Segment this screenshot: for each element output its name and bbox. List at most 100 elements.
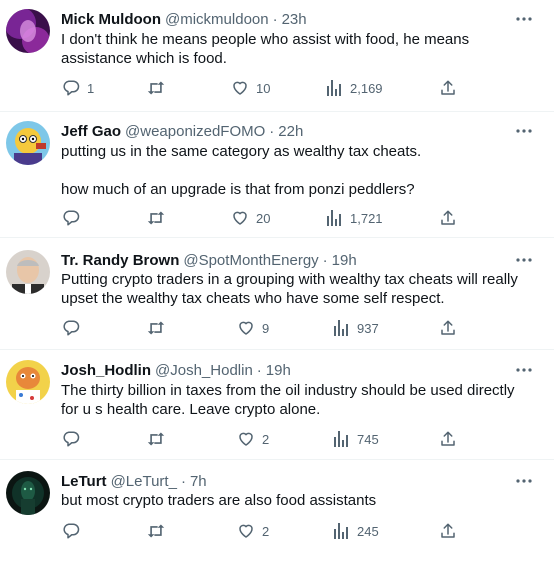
separator-dot: · (272, 10, 278, 28)
bar-chart-icon (324, 208, 344, 228)
retweet-button[interactable] (146, 521, 172, 541)
share-upload-icon (438, 318, 458, 338)
separator-dot: · (322, 251, 328, 269)
view-count: 745 (357, 431, 379, 447)
like-button[interactable]: 20 (230, 208, 270, 228)
reply-bubble-icon (61, 78, 81, 98)
more-dots-icon[interactable] (516, 473, 532, 489)
share-button[interactable] (438, 521, 458, 541)
tweet-header: Mick Muldoon @mickmuldoon · 23h (61, 9, 307, 29)
retweet-button[interactable] (146, 318, 172, 338)
timestamp[interactable]: 7h (190, 473, 207, 490)
tweet-text: The thirty billion in taxes from the oil… (61, 382, 515, 418)
retweet-button[interactable] (146, 78, 172, 98)
like-button[interactable]: 2 (236, 521, 269, 541)
reply-button[interactable] (61, 318, 87, 338)
timestamp[interactable]: 19h (266, 362, 291, 379)
tweet-text: Putting crypto traders in a grouping wit… (61, 271, 518, 307)
heart-icon (236, 521, 256, 541)
reply-button[interactable] (61, 521, 87, 541)
reply-button[interactable] (61, 429, 87, 449)
separator-dot: · (180, 472, 186, 490)
like-count: 20 (256, 210, 271, 226)
retweet-icon (146, 208, 166, 228)
bar-chart-icon (331, 521, 351, 541)
tweet-text: but most crypto traders are also food as… (61, 492, 377, 509)
avatar[interactable] (6, 471, 50, 515)
display-name[interactable]: Tr. Randy Brown (61, 252, 179, 269)
share-upload-icon (438, 521, 458, 541)
view-count: 937 (357, 320, 379, 336)
retweet-button[interactable] (146, 429, 172, 449)
display-name[interactable]: LeTurt (61, 473, 107, 490)
retweet-icon (146, 318, 166, 338)
retweet-icon (146, 429, 166, 449)
avatar[interactable] (6, 121, 50, 165)
display-name[interactable]: Mick Muldoon (61, 11, 161, 28)
user-handle[interactable]: @mickmuldoon (165, 11, 269, 28)
user-handle[interactable]: @SpotMonthEnergy (183, 252, 318, 269)
avatar[interactable] (6, 360, 50, 404)
more-dots-icon[interactable] (516, 362, 532, 378)
share-button[interactable] (438, 318, 458, 338)
heart-icon (230, 208, 250, 228)
timestamp[interactable]: 22h (278, 123, 303, 140)
tweet-actions: 2 745 (0, 429, 554, 449)
avatar[interactable] (6, 250, 50, 294)
reply-button[interactable]: 1 (61, 78, 94, 98)
tweet-header: Jeff Gao @weaponizedFOMO · 22h (61, 121, 303, 141)
tweet-randy-brown[interactable]: Tr. Randy Brown @SpotMonthEnergy · 19h P… (0, 238, 554, 350)
user-handle[interactable]: @LeTurt_ (111, 473, 177, 490)
share-upload-icon (438, 78, 458, 98)
views-button[interactable]: 2,169 (324, 78, 383, 98)
reply-feed: Mick Muldoon @mickmuldoon · 23h I don't … (0, 0, 554, 562)
like-button[interactable]: 10 (230, 78, 270, 98)
reply-bubble-icon (61, 429, 81, 449)
bar-chart-icon (324, 78, 344, 98)
like-button[interactable]: 9 (236, 318, 269, 338)
views-button[interactable]: 937 (331, 318, 379, 338)
share-upload-icon (438, 429, 458, 449)
views-button[interactable]: 1,721 (324, 208, 383, 228)
tweet-header: Josh_Hodlin @Josh_Hodlin · 19h (61, 360, 291, 380)
like-count: 10 (256, 80, 271, 96)
like-count: 2 (262, 431, 270, 447)
bar-chart-icon (331, 318, 351, 338)
share-button[interactable] (438, 429, 458, 449)
tweet-jeff-gao[interactable]: Jeff Gao @weaponizedFOMO · 22h putting u… (0, 112, 554, 238)
tweet-josh-hodlin[interactable]: Josh_Hodlin @Josh_Hodlin · 19h The thirt… (0, 350, 554, 460)
timestamp[interactable]: 19h (332, 252, 357, 269)
heart-icon (236, 318, 256, 338)
share-button[interactable] (438, 208, 458, 228)
share-upload-icon (438, 208, 458, 228)
separator-dot: · (256, 361, 262, 379)
display-name[interactable]: Jeff Gao (61, 123, 121, 140)
tweet-actions: 20 1,721 (0, 208, 554, 228)
more-dots-icon[interactable] (516, 252, 532, 268)
views-button[interactable]: 245 (331, 521, 379, 541)
reply-bubble-icon (61, 521, 81, 541)
avatar[interactable] (6, 9, 50, 53)
view-count: 1,721 (350, 210, 383, 226)
tweet-mick-muldoon[interactable]: Mick Muldoon @mickmuldoon · 23h I don't … (0, 0, 554, 112)
tweet-actions: 1 10 2,169 (0, 78, 554, 98)
like-count: 2 (262, 523, 270, 539)
retweet-icon (146, 78, 166, 98)
timestamp[interactable]: 23h (282, 11, 307, 28)
user-handle[interactable]: @weaponizedFOMO (125, 123, 265, 140)
more-dots-icon[interactable] (516, 11, 532, 27)
view-count: 2,169 (350, 80, 383, 96)
tweet-header: Tr. Randy Brown @SpotMonthEnergy · 19h (61, 250, 357, 270)
retweet-button[interactable] (146, 208, 172, 228)
reply-button[interactable] (61, 208, 87, 228)
more-dots-icon[interactable] (516, 123, 532, 139)
tweet-leturt[interactable]: LeTurt @LeTurt_ · 7h but most crypto tra… (0, 460, 554, 562)
share-button[interactable] (438, 78, 458, 98)
views-button[interactable]: 745 (331, 429, 379, 449)
display-name[interactable]: Josh_Hodlin (61, 362, 151, 379)
like-button[interactable]: 2 (236, 429, 269, 449)
view-count: 245 (357, 523, 379, 539)
user-handle[interactable]: @Josh_Hodlin (155, 362, 253, 379)
reply-bubble-icon (61, 318, 81, 338)
tweet-text: putting us in the same category as wealt… (61, 143, 422, 198)
